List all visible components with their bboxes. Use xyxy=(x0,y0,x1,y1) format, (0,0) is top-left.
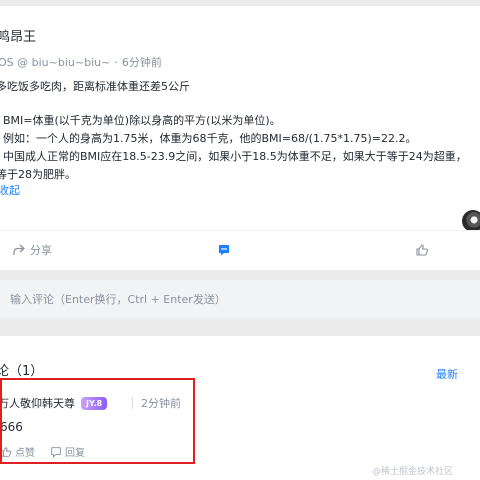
thumbs-up-icon xyxy=(416,244,429,256)
post-content: 多吃饭多吃肉，距离标准体重还差5公斤 · BMI=体重(以千克为单位)除以身高的… xyxy=(0,78,480,184)
avatar[interactable] xyxy=(462,210,480,232)
content-line: · BMI=体重(以千克为单位)除以身高的平方(以米为单位)。 xyxy=(0,114,281,127)
share-button[interactable]: 分享 xyxy=(12,241,52,259)
level-badge: JY.8 xyxy=(81,396,108,410)
share-icon xyxy=(13,244,25,255)
content-line: 多吃饭多吃肉，距离标准体重还差5公斤 xyxy=(0,80,190,93)
post-time: 6分钟前 xyxy=(121,56,162,69)
thumbs-up-icon xyxy=(1,446,12,457)
content-line: 等于28为肥胖。 xyxy=(0,168,76,181)
post-card: 鸣昂王 OS @ biu~biu~biu~ · 6分钟前 多吃饭多吃肉，距离标准体重… xyxy=(0,6,480,232)
comments-title: 论（1） xyxy=(0,364,44,379)
collapse-link[interactable]: 收起 xyxy=(0,182,20,198)
meta-separator: · xyxy=(114,56,118,69)
comment-user[interactable]: 万人敬仰韩天尊 JY.8 xyxy=(0,395,108,411)
comment-username[interactable]: 万人敬仰韩天尊 xyxy=(0,395,75,411)
comment-like-button[interactable]: 点赞 xyxy=(0,444,35,459)
comment-divider xyxy=(132,397,133,409)
share-label: 分享 xyxy=(30,244,52,257)
sort-latest-button[interactable]: 最新 xyxy=(436,366,458,382)
comment-input-box xyxy=(0,280,480,318)
content-line: · 中国成人正常的BMI应在18.5-23.9之间，如果小于18.5为体重不足，… xyxy=(0,150,467,163)
post-author-name[interactable]: 鸣昂王 xyxy=(0,26,36,45)
comment-button[interactable] xyxy=(217,241,235,259)
watermark: @稀土掘金技术社区 xyxy=(372,467,454,477)
like-button[interactable] xyxy=(415,241,433,259)
post-actions-bar: 分享 xyxy=(0,230,480,270)
comment-icon xyxy=(219,245,229,256)
comment-text: 666 xyxy=(0,420,23,434)
reply-icon xyxy=(51,446,61,458)
comment-reply-label: 回复 xyxy=(65,448,85,459)
comment-like-label: 点赞 xyxy=(15,448,35,459)
comment-input[interactable] xyxy=(0,280,480,318)
comment-time: 2分钟前 xyxy=(141,397,181,410)
author-position: OS @ biu~biu~biu~ xyxy=(0,56,111,69)
content-line: · 例如：一个人的身高为1.75米，体重为68千克，他的BMI=68/(1.75… xyxy=(0,132,417,145)
comment-reply-button[interactable]: 回复 xyxy=(50,444,85,459)
post-meta: OS @ biu~biu~biu~ · 6分钟前 xyxy=(0,54,162,70)
